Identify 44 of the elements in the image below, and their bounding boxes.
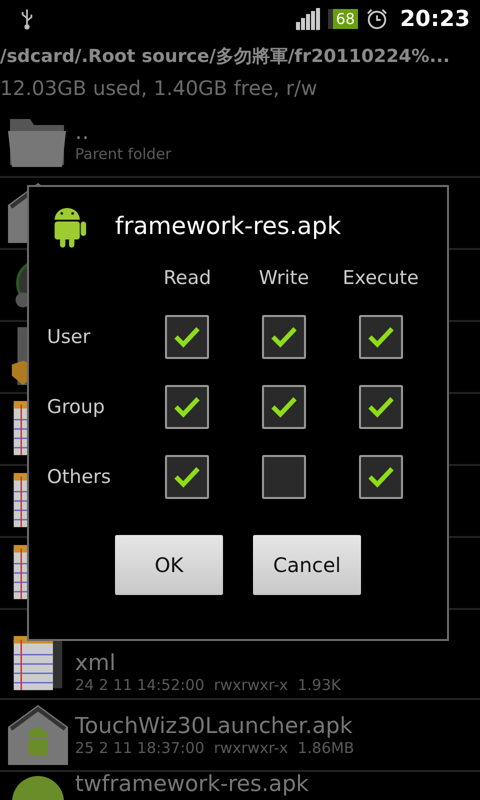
usb-icon [20,7,34,31]
file-details: 24 2 11 14:52:00 rwxrwxr-x 1.93K [75,676,342,694]
row-label: Others [47,466,112,488]
checkbox[interactable] [165,385,210,429]
file-details: Parent folder [75,144,172,162]
file-item[interactable]: twframework-res.apk [0,772,480,800]
file-item[interactable]: TouchWiz30Launcher.apk 25 2 11 18:37:00 rwxrwxr-x 1.86MB [0,700,480,772]
check-icon [270,326,298,348]
checkbox[interactable] [262,315,306,359]
dialog-title: framework-res.apk [115,212,341,240]
clock-time: 20:23 [400,6,470,32]
file-name: xml [75,651,117,676]
check-icon [366,466,395,488]
android-house-icon [8,705,68,765]
checkbox[interactable] [262,385,306,429]
file-item[interactable]: .. Parent folder [0,106,480,178]
checkbox[interactable] [165,455,210,499]
battery-indicator: 68 [328,9,358,29]
alarm-clock-icon [366,8,388,30]
checkbox[interactable] [262,455,306,499]
file-name: twframework-res.apk [75,772,310,798]
file-details: 25 2 11 18:37:00 rwxrwxr-x 1.86MB [75,738,356,756]
signal-icon [296,8,320,30]
checkbox[interactable] [358,455,403,499]
storage-info: 12.03GB used, 1.40GB free, r/w [0,76,318,102]
column-header: Read [162,267,212,289]
file-name: .. [75,120,90,144]
dialog-button[interactable]: OK [115,535,223,595]
folder-path: /sdcard/.Root source/多勿將軍/fr20110224%... [0,45,451,69]
row-label: Group [47,396,106,418]
file-name: TouchWiz30Launcher.apk [75,714,354,738]
check-icon [270,396,298,418]
check-icon [366,396,395,418]
checkbox[interactable] [358,315,403,359]
check-icon [366,326,395,348]
check-icon [173,396,202,418]
check-icon [173,466,202,488]
column-header: Write [258,267,310,289]
checkbox[interactable] [165,315,210,359]
column-header: Execute [342,267,420,289]
checkbox[interactable] [358,385,403,429]
dialog-button[interactable]: Cancel [253,535,361,595]
check-icon [173,326,202,348]
row-label: User [47,326,92,348]
